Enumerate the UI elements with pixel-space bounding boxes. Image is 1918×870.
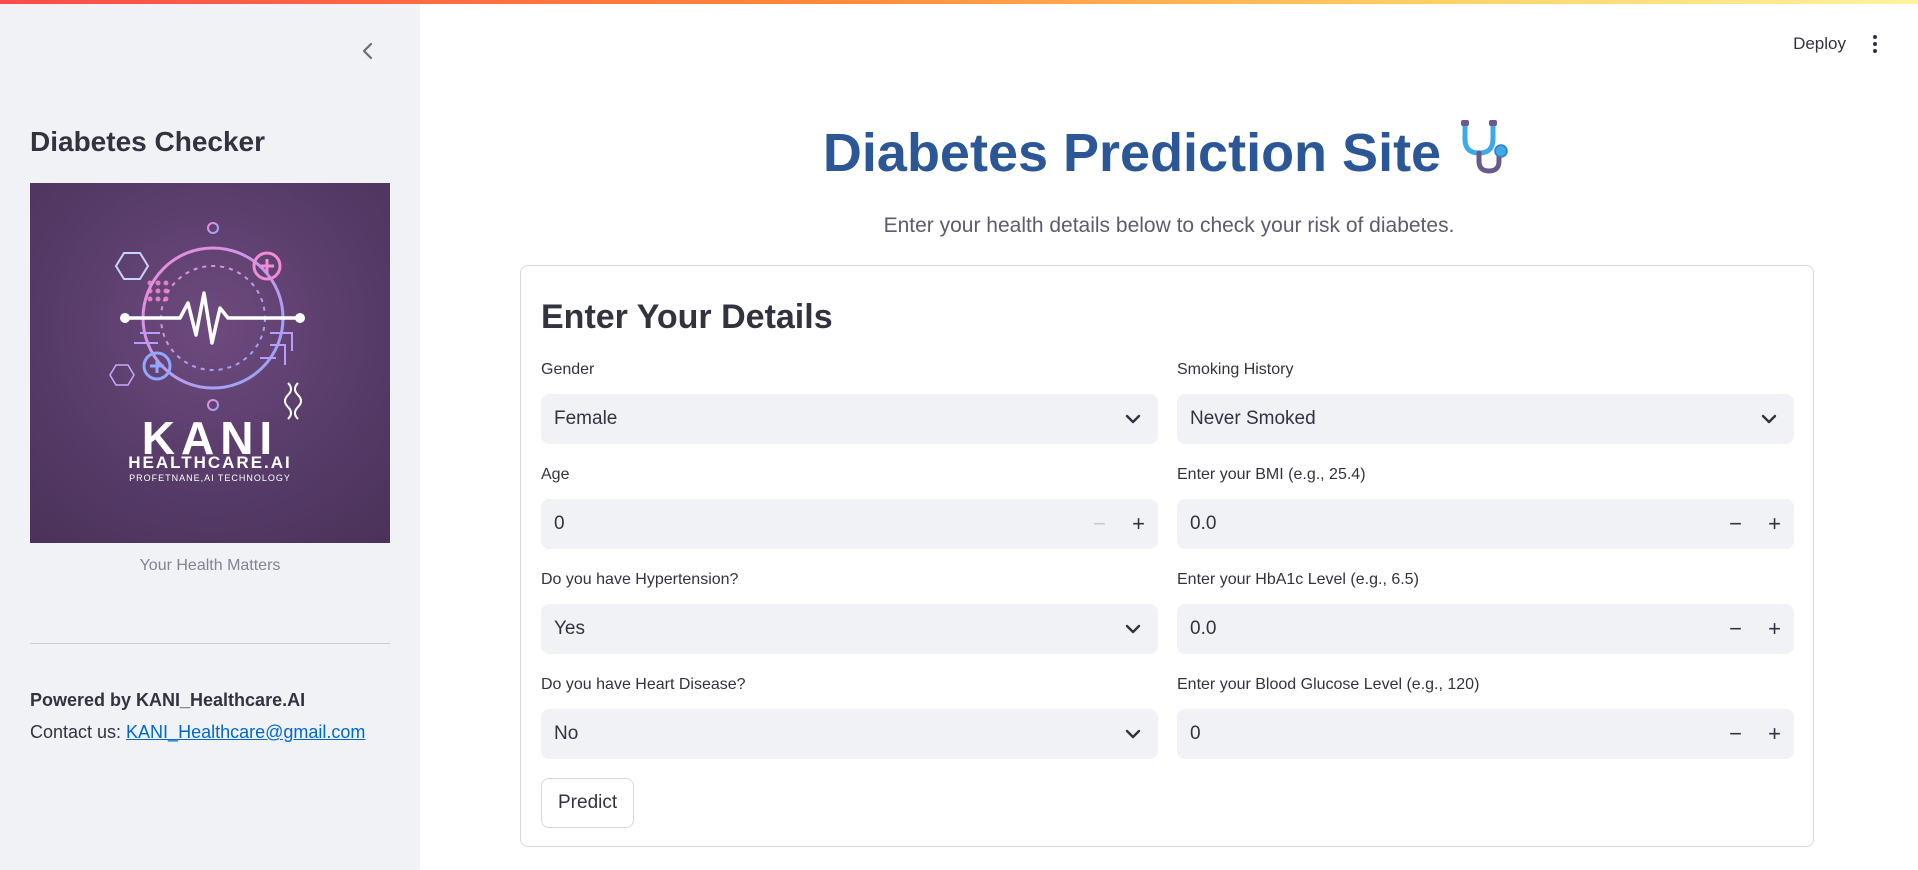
hba1c-decrement-button[interactable]: − xyxy=(1716,604,1755,654)
blood-glucose-number-input[interactable]: 0 − + xyxy=(1177,709,1794,759)
chevron-left-icon xyxy=(362,42,373,60)
sidebar: Diabetes Checker KANI HEALTHCARE.AI PROF… xyxy=(0,0,420,870)
page-subtitle: Enter your health details below to check… xyxy=(883,214,1455,237)
gender-field: Gender Female xyxy=(541,361,1158,444)
page-title-text: Diabetes Prediction Site xyxy=(822,123,1442,183)
stethoscope-icon xyxy=(1457,117,1515,188)
hba1c-label: Enter your HbA1c Level (e.g., 6.5) xyxy=(1177,571,1419,588)
smoking-history-field: Smoking History Never Smoked xyxy=(1177,361,1794,444)
top-decoration-bar xyxy=(0,0,1918,4)
smoking-history-label: Smoking History xyxy=(1177,361,1294,378)
predict-button[interactable]: Predict xyxy=(541,778,635,828)
hba1c-field: Enter your HbA1c Level (e.g., 6.5) 0.0 −… xyxy=(1177,571,1794,654)
bmi-number-input[interactable]: 0.0 − + xyxy=(1177,499,1794,549)
smoking-history-value: Never Smoked xyxy=(1190,408,1316,429)
gender-select[interactable]: Female xyxy=(541,394,1158,444)
heart-disease-select[interactable]: No xyxy=(541,709,1158,759)
powered-by-text: Powered by KANI_Healthcare.AI xyxy=(30,690,306,710)
bmi-label: Enter your BMI (e.g., 25.4) xyxy=(1177,466,1366,483)
age-label: Age xyxy=(541,466,570,483)
chevron-down-icon xyxy=(1108,624,1158,634)
logo-caption: Your Health Matters xyxy=(139,557,281,574)
logo-tagline: PROFETNANE,AI TECHNOLOGY xyxy=(129,473,291,483)
smoking-history-select[interactable]: Never Smoked xyxy=(1177,394,1794,444)
age-increment-button[interactable]: + xyxy=(1119,499,1158,549)
more-vertical-icon xyxy=(1873,35,1877,39)
blood-glucose-decrement-button[interactable]: − xyxy=(1716,709,1755,759)
details-form: Enter Your Details Gender Female Smoking… xyxy=(520,265,1814,847)
gender-label: Gender xyxy=(541,361,595,378)
collapse-sidebar-button[interactable] xyxy=(355,38,381,64)
bmi-increment-button[interactable]: + xyxy=(1755,499,1794,549)
contact-prefix: Contact us: xyxy=(30,722,127,742)
hba1c-number-input[interactable]: 0.0 − + xyxy=(1177,604,1794,654)
hba1c-increment-button[interactable]: + xyxy=(1755,604,1794,654)
chevron-down-icon xyxy=(1744,414,1794,424)
contact-email-link[interactable]: KANI_Healthcare@gmail.com xyxy=(126,722,365,742)
bmi-decrement-button[interactable]: − xyxy=(1716,499,1755,549)
age-decrement-button[interactable]: − xyxy=(1080,499,1119,549)
chevron-down-icon xyxy=(1108,414,1158,424)
sidebar-divider xyxy=(30,643,390,644)
deploy-button[interactable]: Deploy xyxy=(1793,34,1846,54)
heart-disease-value: No xyxy=(554,723,579,744)
page-title: Diabetes Prediction Site xyxy=(420,120,1918,188)
age-field: Age 0 − + xyxy=(541,466,1158,549)
hba1c-value[interactable]: 0.0 xyxy=(1190,618,1716,640)
form-title: Enter Your Details xyxy=(541,298,833,336)
heart-disease-field: Do you have Heart Disease? No xyxy=(541,676,1158,759)
main-menu-button[interactable] xyxy=(1872,35,1878,53)
kani-healthcare-logo: KANI HEALTHCARE.AI PROFETNANE,AI TECHNOL… xyxy=(30,183,390,543)
hypertension-field: Do you have Hypertension? Yes xyxy=(541,571,1158,654)
sidebar-title: Diabetes Checker xyxy=(30,126,266,157)
blood-glucose-value[interactable]: 0 xyxy=(1190,723,1716,745)
gender-value: Female xyxy=(554,408,618,429)
chevron-down-icon xyxy=(1108,729,1158,739)
heart-disease-label: Do you have Heart Disease? xyxy=(541,676,746,693)
hypertension-label: Do you have Hypertension? xyxy=(541,571,739,588)
blood-glucose-label: Enter your Blood Glucose Level (e.g., 12… xyxy=(1177,676,1480,693)
age-number-input[interactable]: 0 − + xyxy=(541,499,1158,549)
bmi-value[interactable]: 0.0 xyxy=(1190,513,1716,535)
logo-text-healthcare: HEALTHCARE.AI xyxy=(128,453,292,472)
contact-line: Contact us: KANI_Healthcare@gmail.com xyxy=(30,722,365,743)
app-header-actions: Deploy xyxy=(1793,34,1878,54)
hypertension-value: Yes xyxy=(554,618,585,639)
blood-glucose-field: Enter your Blood Glucose Level (e.g., 12… xyxy=(1177,676,1794,759)
hypertension-select[interactable]: Yes xyxy=(541,604,1158,654)
blood-glucose-increment-button[interactable]: + xyxy=(1755,709,1794,759)
bmi-field: Enter your BMI (e.g., 25.4) 0.0 − + xyxy=(1177,466,1794,549)
age-value[interactable]: 0 xyxy=(554,513,1080,535)
